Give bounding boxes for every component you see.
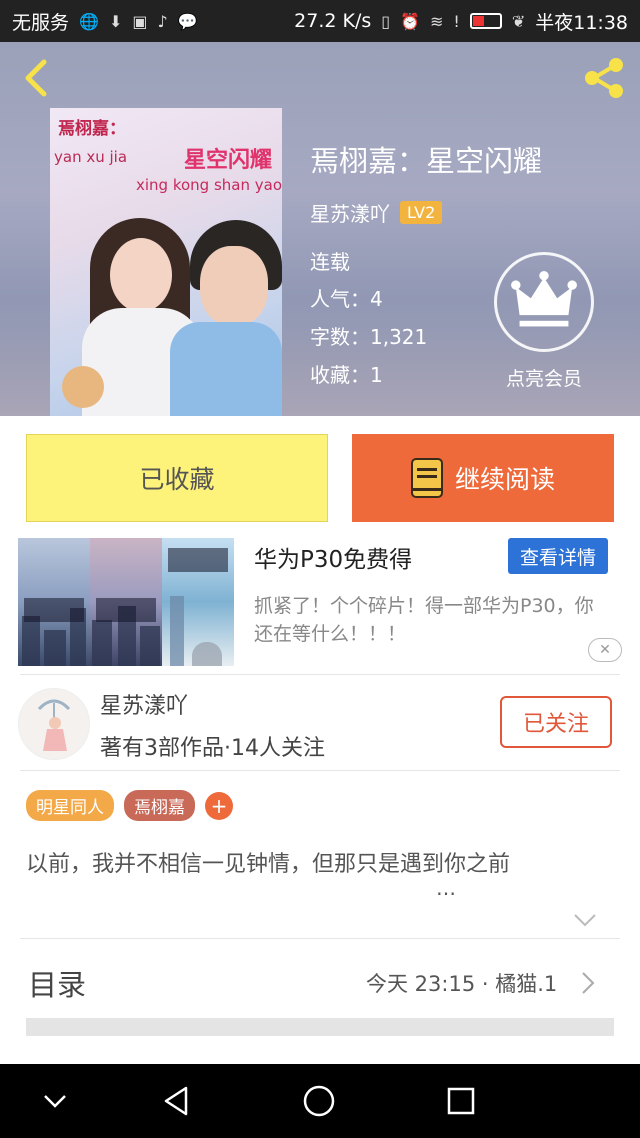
serial-status: 连载 <box>310 250 350 274</box>
book-cover[interactable]: 焉栩嘉： yan xu jia 星空闪耀 xing kong shan yao <box>50 108 282 416</box>
continue-reading-button[interactable]: 继续阅读 <box>352 434 614 522</box>
tag-item[interactable]: 明星同人 <box>26 790 114 821</box>
author-line: 星苏漾吖 LV2 <box>310 198 443 227</box>
level-badge: LV2 <box>400 201 443 224</box>
divider <box>20 938 620 939</box>
recent-apps-icon[interactable] <box>444 1084 478 1118</box>
status-bar: 无服务 🌐 ⬇ ▣ ♪ 💬 27.2 K/s ▯ ⏰ ≋ ! ❦ 半夜11:38 <box>0 0 640 42</box>
cover-pinyin-a: yan xu jia <box>54 148 128 166</box>
image-icon: ▣ <box>132 11 148 31</box>
toc-update-info[interactable]: 今天 23:15 · 橘猫.1 <box>366 968 557 998</box>
collected-button[interactable]: 已收藏 <box>26 434 328 522</box>
ad-description: 抓紧了！个个碎片！得一部华为P30，你还在等什么！！！ <box>254 595 594 645</box>
crown-icon[interactable] <box>494 252 594 352</box>
add-tag-button[interactable]: + <box>205 791 233 820</box>
book-title: 焉栩嘉：星空闪耀 <box>310 144 543 178</box>
favorites-count: 收藏：1 <box>310 363 383 387</box>
battery-icon <box>469 13 502 29</box>
ad-detail-label: 查看详情 <box>519 546 596 569</box>
collected-button-label: 已收藏 <box>139 465 215 494</box>
chevron-right-icon[interactable] <box>580 970 596 996</box>
word-count: 字数：1,321 <box>310 325 428 349</box>
toc-label[interactable]: 目录 <box>28 962 86 1004</box>
continue-reading-label: 继续阅读 <box>454 465 555 494</box>
download-icon: ⬇ <box>108 11 123 31</box>
cover-title-b: 星空闪耀 <box>184 148 273 173</box>
clock-text: 半夜11:38 <box>535 11 628 34</box>
home-circle-icon[interactable] <box>302 1084 336 1118</box>
vip-label[interactable]: 点亮会员 <box>480 364 608 391</box>
cover-boy-body <box>170 322 282 416</box>
author-stats: 著有3部作品·14人关注 <box>100 736 325 761</box>
synopsis-ellipsis: … <box>436 876 456 900</box>
synopsis-text: 以前，我并不相信一见钟情，但那只是遇到你之前 <box>26 852 511 877</box>
globe-icon: 🌐 <box>79 11 99 31</box>
follow-button[interactable]: 已关注 <box>500 696 612 748</box>
book-header: 焉栩嘉： yan xu jia 星空闪耀 xing kong shan yao … <box>0 42 640 416</box>
vibrate-icon: ▯ <box>381 11 391 31</box>
book-detail-content: 已收藏 继续阅读 华为P30免费得 查看详情 抓紧了！个个碎片！得一部华为P30… <box>0 416 640 1064</box>
cover-title-a: 焉栩嘉： <box>58 119 126 139</box>
ad-image-panel <box>18 538 90 666</box>
network-speed: 27.2 K/s <box>294 10 372 32</box>
system-navigation-bar <box>0 1064 640 1138</box>
cover-pinyin-b: xing kong shan yao <box>136 176 282 194</box>
chevron-down-icon[interactable] <box>38 1084 72 1118</box>
wechat-icon: 💬 <box>177 11 198 31</box>
back-arrow-icon[interactable] <box>14 56 58 100</box>
tag-item[interactable]: 焉栩嘉 <box>124 790 195 821</box>
popularity-count: 人气：4 <box>310 287 383 311</box>
cover-boy-face <box>200 246 268 326</box>
close-icon[interactable]: ✕ <box>588 638 622 662</box>
tag-list: 明星同人 焉栩嘉 + <box>26 790 233 821</box>
ad-detail-button[interactable]: 查看详情 <box>508 538 608 574</box>
avatar[interactable] <box>18 688 90 760</box>
book-icon <box>410 458 443 498</box>
back-triangle-icon[interactable] <box>160 1084 194 1118</box>
alert-icon: ! <box>453 11 460 31</box>
leaf-icon: ❦ <box>511 11 526 31</box>
follow-button-label: 已关注 <box>522 712 589 737</box>
ad-image[interactable] <box>18 538 234 666</box>
divider <box>20 674 620 675</box>
cover-girl-face <box>110 238 172 312</box>
wifi-icon: ≋ <box>430 11 444 31</box>
alarm-icon: ⏰ <box>400 11 420 31</box>
ad-image-panel <box>90 538 162 666</box>
author-name[interactable]: 星苏漾吖 <box>100 688 188 720</box>
share-icon[interactable] <box>580 54 628 102</box>
ad-image-panel <box>162 538 234 666</box>
chevron-down-icon[interactable] <box>572 910 598 930</box>
tiktok-icon: ♪ <box>157 11 168 31</box>
ad-title[interactable]: 华为P30免费得 <box>254 540 412 574</box>
divider <box>20 770 620 771</box>
cover-bear-sticker <box>62 366 104 408</box>
carrier-text: 无服务 <box>12 11 70 34</box>
author-name-header[interactable]: 星苏漾吖 <box>310 198 390 227</box>
toc-placeholder-bar <box>26 1018 614 1036</box>
